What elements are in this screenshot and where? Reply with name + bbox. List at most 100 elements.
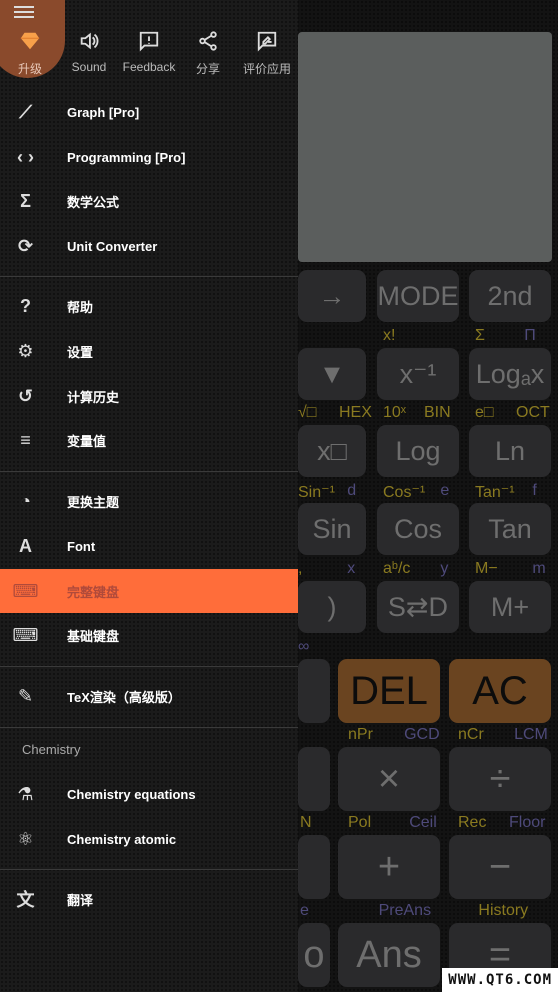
- secondary-key-label: BIN: [424, 404, 451, 421]
- secondary-key-label: N: [300, 814, 312, 831]
- secondary-key-label: f: [532, 482, 537, 499]
- keyboard-icon: ⌨: [12, 580, 39, 601]
- navigation-drawer: 升级 Sound Feedback 分享 评价应用 ⟋ Graph [Pro] ‹ › Pro…: [0, 0, 298, 992]
- calc-key[interactable]: ): [298, 581, 366, 633]
- calc-key[interactable]: S⇄D: [377, 581, 459, 633]
- menu-item-font[interactable]: A Font: [0, 524, 298, 568]
- menu-item-label: Chemistry equations: [67, 786, 196, 802]
- calc-key[interactable]: x□: [298, 425, 366, 477]
- menu-item-sync[interactable]: ⟳ Unit Converter: [0, 224, 298, 268]
- calc-key[interactable]: o: [298, 923, 330, 987]
- calc-key[interactable]: Ans: [338, 923, 440, 987]
- secondary-key-label: Π: [524, 327, 536, 344]
- top-button-label: 升级: [17, 62, 42, 76]
- secondary-key-label: e: [440, 482, 450, 499]
- menu-item-history[interactable]: ↺ 计算历史: [0, 374, 298, 418]
- watermark: WWW.QT6.COM: [442, 968, 558, 992]
- menu-item-label: 完整键盘: [67, 584, 120, 600]
- feedback-icon: [117, 30, 181, 52]
- menu-item-keyboard[interactable]: ⌨ 基础键盘: [0, 613, 298, 657]
- volume-icon: [57, 30, 121, 52]
- sigma-icon: Σ: [20, 190, 31, 211]
- help-icon: ?: [20, 295, 31, 316]
- keyboard-icon: ⌨: [12, 624, 39, 645]
- calc-key[interactable]: [298, 659, 330, 723]
- secondary-key-label: LCM: [514, 726, 548, 743]
- secondary-key-label: Tan⁻¹: [475, 484, 515, 501]
- menu-item-help[interactable]: ? 帮助: [0, 284, 298, 328]
- secondary-key-label: GCD: [404, 726, 440, 743]
- secondary-key-label: ,: [298, 560, 303, 577]
- calc-key[interactable]: ▼: [298, 348, 366, 400]
- top-button-label: 分享: [195, 62, 220, 76]
- secondary-key-label: Pol: [348, 814, 372, 831]
- top-button-diamond[interactable]: 升级: [0, 30, 62, 77]
- calc-key[interactable]: Cos: [377, 503, 459, 555]
- calc-key[interactable]: MODE: [377, 270, 459, 322]
- share-icon: [176, 30, 240, 52]
- menu-item-label: 帮助: [67, 299, 94, 315]
- menu-item-palette[interactable]: ◔ 更换主题: [0, 479, 298, 523]
- top-button-share[interactable]: 分享: [176, 30, 240, 77]
- secondary-key-label: Cos⁻¹: [383, 484, 426, 501]
- calc-key[interactable]: Logₐx: [469, 348, 551, 400]
- menu-item-atom[interactable]: ⚛ Chemistry atomic: [0, 817, 298, 861]
- menu-item-translate[interactable]: 文 翻译: [0, 877, 298, 921]
- calc-key[interactable]: +: [338, 835, 440, 899]
- flask-icon: ⚗: [17, 783, 34, 804]
- menu-item-flask[interactable]: ⚗ Chemistry equations: [0, 772, 298, 816]
- secondary-key-label: PreAns: [378, 902, 432, 919]
- calc-key[interactable]: 2nd: [469, 270, 551, 322]
- secondary-key-label: HEX: [339, 404, 372, 421]
- gear-icon: ⚙: [17, 340, 34, 361]
- divider: [0, 869, 298, 870]
- top-button-label: 评价应用: [242, 62, 291, 76]
- secondary-key-label: Ceil: [409, 814, 437, 831]
- top-button-rate[interactable]: 评价应用: [235, 30, 299, 77]
- top-button-volume[interactable]: Sound: [57, 30, 121, 74]
- secondary-key-label: x: [347, 560, 356, 577]
- secondary-key-label: x!: [383, 327, 396, 344]
- sync-icon: ⟳: [17, 235, 34, 256]
- calc-key[interactable]: AC: [449, 659, 551, 723]
- calc-key[interactable]: ×: [338, 747, 440, 811]
- top-button-feedback[interactable]: Feedback: [117, 30, 181, 74]
- secondary-key-label: m: [532, 560, 546, 577]
- top-button-label: Feedback: [122, 60, 176, 74]
- menu-item-label: Programming [Pro]: [67, 149, 186, 165]
- menu-item-label: Graph [Pro]: [67, 104, 140, 120]
- calc-key[interactable]: x⁻¹: [377, 348, 459, 400]
- menu-item-pencil[interactable]: ✎ TeX渲染（高级版）: [0, 674, 298, 718]
- calc-key[interactable]: Sin: [298, 503, 366, 555]
- calc-key[interactable]: [298, 835, 330, 899]
- secondary-key-label: e: [300, 902, 309, 919]
- divider: [0, 727, 298, 728]
- calc-key[interactable]: Log: [377, 425, 459, 477]
- secondary-key-label: Rec: [458, 814, 487, 831]
- secondary-key-label: 10ˣ: [383, 404, 407, 421]
- menu-item-graph[interactable]: ⟋ Graph [Pro]: [0, 90, 298, 134]
- calc-key[interactable]: →: [298, 270, 366, 322]
- menu-item-keyboard[interactable]: ⌨ 完整键盘: [0, 569, 298, 613]
- secondary-key-label: e□: [475, 404, 494, 421]
- menu-item-list[interactable]: ≡ 变量值: [0, 418, 298, 462]
- calc-key[interactable]: DEL: [338, 659, 440, 723]
- calc-key[interactable]: [298, 747, 330, 811]
- calc-key[interactable]: M+: [469, 581, 551, 633]
- menu-item-label: 更换主题: [67, 494, 120, 510]
- diamond-icon: [0, 30, 62, 52]
- menu-item-code[interactable]: ‹ › Programming [Pro]: [0, 135, 298, 179]
- secondary-key-label: √□: [298, 404, 317, 421]
- calc-key[interactable]: −: [449, 835, 551, 899]
- menu-item-gear[interactable]: ⚙ 设置: [0, 329, 298, 373]
- menu-icon[interactable]: [14, 3, 34, 19]
- calc-key[interactable]: Tan: [469, 503, 551, 555]
- secondary-key-label: nCr: [458, 726, 484, 743]
- menu-item-label: 基础键盘: [67, 628, 120, 644]
- secondary-key-label: M−: [475, 560, 498, 577]
- atom-icon: ⚛: [17, 828, 34, 849]
- list-icon: ≡: [20, 429, 31, 450]
- calc-key[interactable]: ÷: [449, 747, 551, 811]
- menu-item-sigma[interactable]: Σ 数学公式: [0, 179, 298, 223]
- calc-key[interactable]: Ln: [469, 425, 551, 477]
